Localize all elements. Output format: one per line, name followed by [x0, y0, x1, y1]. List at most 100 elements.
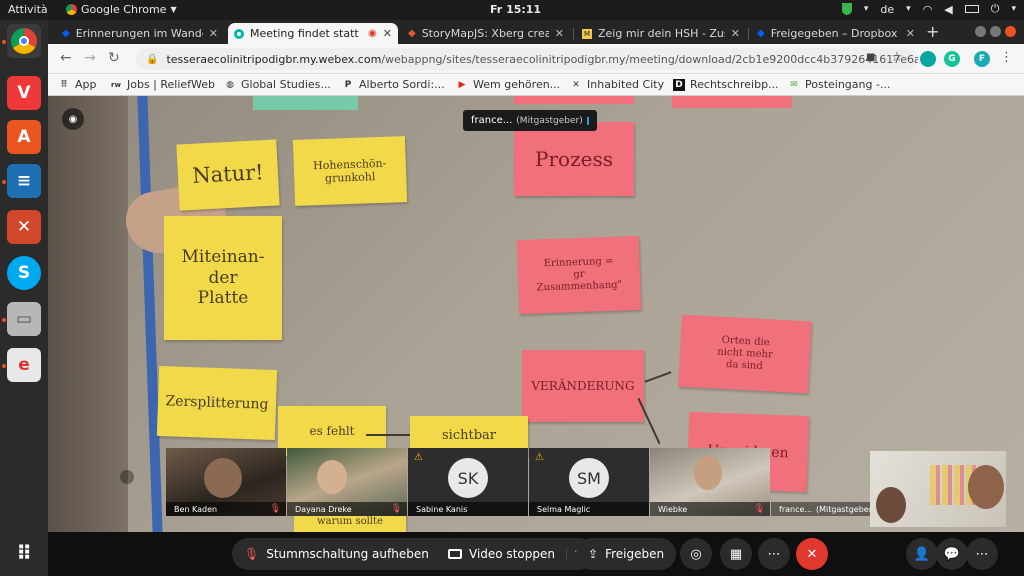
bookmark-posteingang[interactable]: ✉ Posteingang -...	[788, 78, 890, 91]
panel-more-button[interactable]: ⋯	[966, 538, 998, 570]
show-applications-button[interactable]: ⠿	[7, 536, 41, 570]
scroll-left-button[interactable]	[120, 470, 134, 484]
close-window-icon[interactable]	[1005, 26, 1016, 37]
bookmark-app[interactable]: ⠿ App	[58, 78, 97, 91]
bookmark-label: Wem gehören...	[473, 78, 561, 91]
chrome-small-icon	[66, 4, 77, 15]
bookmark-global-studies[interactable]: ◍ Global Studies...	[224, 78, 331, 91]
participant-name: Selma Maglic	[537, 504, 591, 514]
dock-files[interactable]: ▭	[7, 302, 41, 336]
shield-icon	[841, 3, 852, 15]
more-options-button[interactable]: ⋯	[758, 538, 790, 570]
activities-button[interactable]: Attività	[8, 3, 48, 16]
globe-icon: ◍	[226, 79, 234, 90]
tab-title: Erinnerungen im Wande	[75, 27, 203, 40]
p-icon: P	[344, 79, 352, 90]
participant-tile[interactable]: ⚠ SM Selma Maglic	[529, 448, 649, 516]
toolbar: ← → ↻ 🔒 tesseraecolinitripodigbr.my.webe…	[48, 44, 1024, 74]
close-tab-icon[interactable]: ✕	[555, 27, 564, 40]
tab-erinnerungen[interactable]: ◆ Erinnerungen im Wande ✕	[56, 23, 224, 44]
tab-meeting[interactable]: Meeting findet statt ◉ ✕	[228, 23, 398, 44]
self-face-left	[876, 487, 906, 523]
tab-title: Freigegeben – Dropbox	[770, 27, 898, 40]
bookmark-label: Rechtschreibp...	[690, 78, 779, 91]
participants-panel-button[interactable]: 👤	[906, 538, 938, 570]
profile-avatar[interactable]: F	[974, 51, 990, 67]
participant-name: Wiebke	[658, 504, 688, 514]
dock-skype[interactable]: S	[7, 256, 41, 290]
record-icon: ◎	[690, 546, 702, 562]
warning-icon: ⚠	[414, 452, 423, 463]
dock-software-center[interactable]: A	[7, 120, 41, 154]
apps-button[interactable]: ▦	[720, 538, 752, 570]
sticky-note-edge	[514, 96, 634, 104]
dock-evince[interactable]: e	[7, 348, 41, 382]
launcher-dock: V A ≡ ✕ S ▭ e ⠿	[0, 20, 48, 576]
dock-vivaldi[interactable]: V	[7, 76, 41, 110]
close-tab-icon[interactable]: ✕	[906, 27, 915, 40]
participant-tile[interactable]: ⚠ SK Sabine Kanis	[408, 448, 528, 516]
active-speaker-label: france... (Mitgastgeber)	[463, 110, 597, 131]
minimize-icon[interactable]	[975, 26, 986, 37]
participant-tile[interactable]: Ben Kaden 🎙	[166, 448, 286, 516]
sticky-note: Miteinan- der Platte	[164, 216, 282, 340]
tab-zeig-mir[interactable]: M Zeig mir dein HSH - Zusa ✕	[576, 23, 746, 44]
unmute-button[interactable]: 🎙 Stummschaltung aufheben ▼	[232, 538, 469, 570]
tab-freigegeben[interactable]: ◆ Freigegeben – Dropbox ✕	[751, 23, 921, 44]
star-icon[interactable]: ☆	[891, 50, 903, 65]
extension-teal-icon[interactable]	[920, 51, 936, 67]
bookmark-label: Inhabited City	[587, 78, 665, 91]
ubuntu-top-panel: Attività Google Chrome ▼ Fr 15:11 ▾ de ▾…	[0, 0, 1024, 20]
bookmark-label: Alberto Sordi:...	[359, 78, 445, 91]
bookmark-rechtschreibp[interactable]: D Rechtschreibp...	[673, 78, 779, 91]
clock[interactable]: Fr 15:11	[490, 3, 541, 16]
volume-icon: ◀	[944, 2, 953, 16]
reload-icon[interactable]: ↻	[108, 50, 120, 66]
close-tab-icon[interactable]: ✕	[209, 27, 218, 40]
self-view-video[interactable]	[870, 451, 1006, 527]
chat-button[interactable]: 💬	[936, 538, 968, 570]
grammarly-icon[interactable]: G	[944, 51, 960, 67]
dock-chrome[interactable]	[7, 24, 41, 58]
app-menu[interactable]: Google Chrome ▼	[66, 3, 177, 16]
new-tab-button[interactable]: +	[926, 22, 939, 41]
participant-tile[interactable]: Wiebke 🎙	[650, 448, 770, 516]
record-button[interactable]: ◎	[680, 538, 712, 570]
software-center-icon: A	[17, 127, 31, 147]
dock-settings[interactable]: ✕	[7, 210, 41, 244]
inhabited-city-icon: ✕	[572, 79, 580, 90]
mail-icon: ✉	[790, 79, 798, 90]
leave-meeting-button[interactable]: ✕	[796, 538, 828, 570]
maximize-icon[interactable]	[990, 26, 1001, 37]
stop-video-button[interactable]: Video stoppen ▼	[436, 538, 595, 570]
bookmark-wem-gehoeren[interactable]: ▶ Wem gehören...	[456, 78, 561, 91]
back-icon[interactable]: ←	[60, 50, 72, 66]
participant-role: (Mitgastgeber)	[816, 504, 876, 514]
system-tray[interactable]: ▾ de ▾ ◠ ◀ ⏻ ▾	[841, 2, 1016, 16]
forward-icon[interactable]: →	[84, 50, 96, 66]
tab-storymap[interactable]: ◆ StoryMapJS: Xberg crea ✕	[402, 23, 570, 44]
participant-name-bar: Selma Maglic	[529, 502, 649, 516]
tab-title: Meeting findet statt	[250, 27, 359, 40]
address-bar[interactable]: 🔒 tesseraecolinitripodigbr.my.webex.com /…	[136, 48, 918, 70]
dropbox-icon: ◆	[757, 28, 765, 39]
bookmarks-bar: ⠿ App rw Jobs | ReliefWeb ◍ Global Studies.…	[48, 74, 1024, 96]
close-tab-icon[interactable]: ✕	[731, 27, 740, 40]
camera-permission-icon[interactable]: ■	[866, 52, 875, 63]
close-tab-icon[interactable]: ✕	[383, 27, 392, 40]
tab-strip: ◆ Erinnerungen im Wande ✕ Meeting findet…	[48, 20, 1024, 44]
share-label: Freigeben	[605, 547, 665, 561]
camera-options-button[interactable]: ◉	[62, 108, 84, 130]
dock-writer[interactable]: ≡	[7, 164, 41, 198]
tab-title: Zeig mir dein HSH - Zusa	[598, 27, 725, 40]
bookmark-alberto-sordi[interactable]: P Alberto Sordi:...	[342, 78, 445, 91]
menu-icon[interactable]: ⋮	[1000, 50, 1013, 65]
bookmark-label: App	[75, 78, 97, 91]
skype-icon: S	[17, 263, 31, 283]
apps-grid-icon: ⠿	[16, 541, 32, 565]
share-button[interactable]: ⇪ Freigeben	[576, 538, 677, 570]
bookmark-reliefweb[interactable]: rw Jobs | ReliefWeb	[110, 78, 215, 91]
bookmark-inhabited-city[interactable]: ✕ Inhabited City	[570, 78, 664, 91]
participant-tile[interactable]: Dayana Dreke 🎙	[287, 448, 407, 516]
wifi-icon: ◠	[922, 2, 933, 16]
